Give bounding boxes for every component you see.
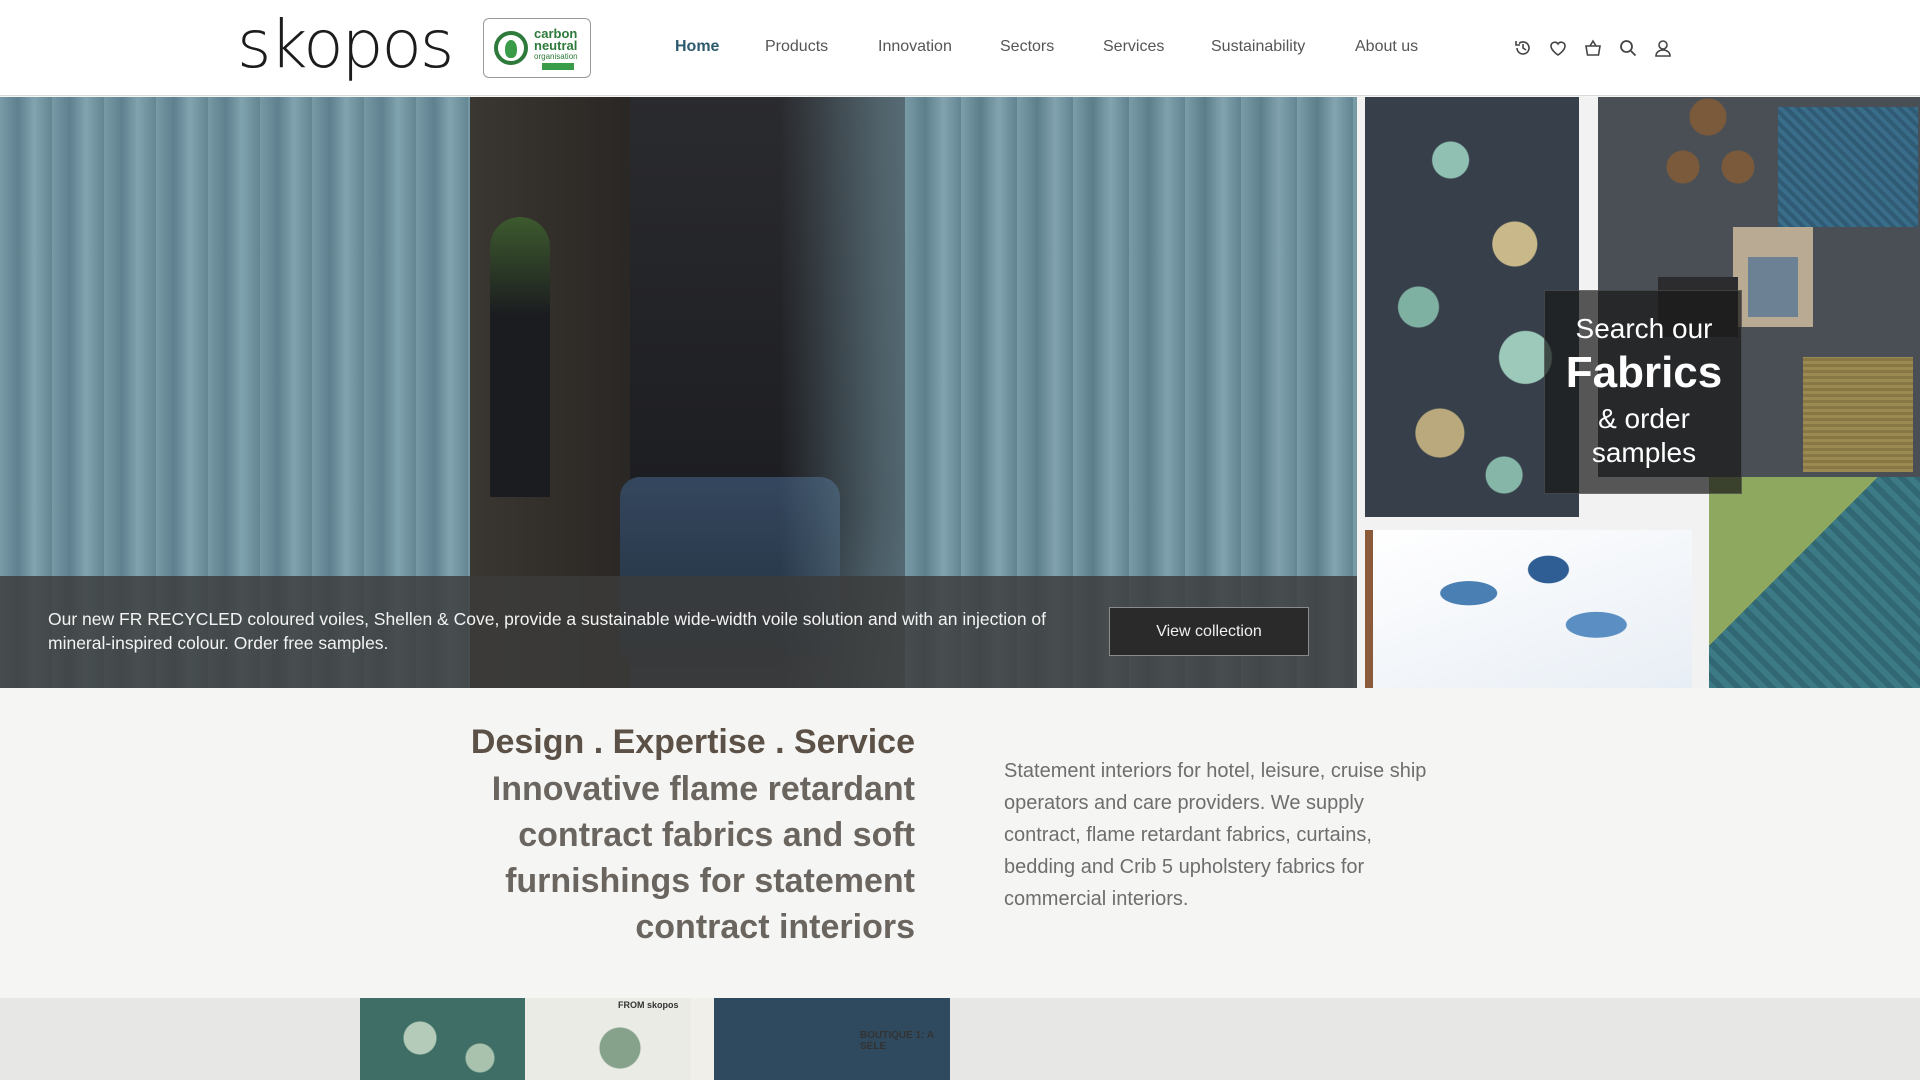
user-icon[interactable]	[1653, 38, 1673, 58]
leaf-icon	[494, 31, 528, 65]
hero-caption: Our new FR RECYCLED coloured voiles, She…	[48, 609, 1047, 653]
view-collection-button[interactable]: View collection	[1109, 607, 1309, 656]
search-icon[interactable]	[1618, 38, 1638, 58]
nav-products[interactable]: Products	[765, 38, 828, 56]
nav-services[interactable]: Services	[1103, 38, 1164, 56]
promo-line1: Search our	[1575, 313, 1713, 344]
promo-line3: & order	[1598, 403, 1690, 434]
intro-title: Design . Expertise . Service	[470, 723, 915, 761]
nav-innovation[interactable]: Innovation	[878, 38, 952, 56]
badge-line3: organisation	[534, 52, 578, 61]
heart-icon[interactable]	[1548, 38, 1568, 58]
basket-icon[interactable]	[1583, 38, 1603, 58]
nav-sectors[interactable]: Sectors	[1000, 38, 1054, 56]
blue-print-fabric-swatch	[1365, 530, 1692, 688]
skopos-logo[interactable]: skopos	[237, 10, 454, 80]
badge-ribbon	[542, 63, 574, 70]
search-fabrics-link[interactable]: Search our Fabrics & order samples	[1544, 290, 1742, 494]
grey-blue-swatch	[1748, 257, 1798, 317]
brochure-label-2: BOUTIQUE 1: A SELE	[860, 1030, 934, 1052]
olive-swatch	[1803, 357, 1913, 472]
brochure-label-1: FROM skopos	[618, 1000, 679, 1010]
intro-body: Statement interiors for hotel, leisure, …	[1004, 760, 1427, 910]
blue-weave-swatch	[1778, 107, 1918, 227]
history-icon[interactable]	[1513, 38, 1533, 58]
site-header: skopos carbon neutral organisation Home …	[0, 0, 1920, 96]
badge-line2: neutral	[534, 38, 578, 53]
nav-about-us[interactable]: About us	[1355, 38, 1418, 56]
green-teal-fabric-swatch	[1709, 477, 1920, 688]
bottom-section	[0, 998, 1920, 1080]
nav-home[interactable]: Home	[675, 38, 719, 56]
promo-line2: Fabrics	[1565, 348, 1723, 397]
carbon-neutral-badge[interactable]: carbon neutral organisation	[483, 18, 591, 78]
fabric-brochure-image: FROM skopos BOUTIQUE 1: A SELE	[360, 998, 950, 1080]
promo-line4: samples	[1591, 437, 1697, 468]
nav-sustainability[interactable]: Sustainability	[1211, 38, 1305, 56]
plant-image	[490, 217, 550, 497]
intro-subtitle: Innovative flame retardant contract fabr…	[491, 770, 915, 946]
